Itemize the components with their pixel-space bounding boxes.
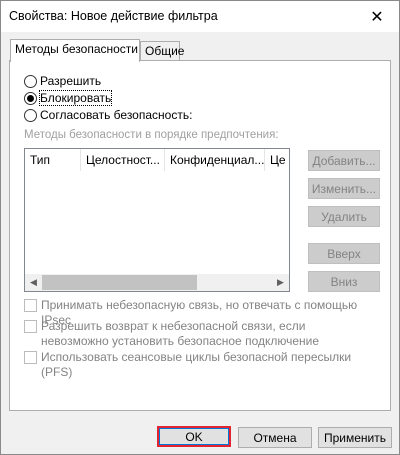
apply-button[interactable]: Применить [318, 427, 392, 448]
close-button[interactable]: ✕ [355, 1, 399, 32]
cancel-button[interactable]: Отмена [238, 427, 312, 448]
column-header-more[interactable]: Це [265, 149, 289, 171]
window-title: Свойства: Новое действие фильтра [9, 9, 218, 23]
checkbox-pfs[interactable]: Использовать сеансовые циклы безопасной … [24, 350, 380, 380]
column-header-type[interactable]: Тип [25, 149, 81, 171]
radio-block-label: Блокировать [38, 90, 113, 106]
tab-label: Методы безопасности [15, 42, 138, 56]
security-methods-panel: Разрешить Блокировать Согласовать безопа… [9, 60, 391, 411]
dialog-window: Свойства: Новое действие фильтра ✕ Метод… [0, 0, 400, 455]
radio-negotiate[interactable]: Согласовать безопасность: [24, 107, 192, 123]
edit-button[interactable]: Изменить... [308, 178, 380, 199]
radio-allow-circle[interactable] [24, 74, 37, 88]
radio-block[interactable]: Блокировать [24, 90, 113, 106]
radio-allow[interactable]: Разрешить [24, 73, 101, 89]
scroll-thumb[interactable] [42, 275, 197, 290]
checkbox-pfs-box[interactable] [24, 351, 37, 364]
list-header: Тип Целостност... Конфиденциал... Це [25, 149, 289, 171]
horizontal-scrollbar[interactable]: ◀ ▶ [25, 274, 289, 291]
scroll-right-icon[interactable]: ▶ [272, 274, 289, 291]
checkbox-pfs-label: Использовать сеансовые циклы безопасной … [41, 350, 352, 379]
security-methods-list[interactable]: Тип Целостност... Конфиденциал... Це ◀ ▶ [24, 148, 290, 292]
add-button[interactable]: Добавить... [308, 150, 380, 171]
radio-negotiate-circle[interactable] [24, 108, 37, 122]
radio-allow-label: Разрешить [40, 74, 102, 88]
scroll-left-icon[interactable]: ◀ [25, 274, 42, 291]
column-header-confidentiality[interactable]: Конфиденциал... [165, 149, 265, 171]
checkbox-accept-unsecured-box[interactable] [24, 299, 37, 312]
title-bar[interactable]: Свойства: Новое действие фильтра ✕ [1, 1, 399, 32]
tab-label: Общие [145, 44, 185, 58]
tab-security-methods[interactable]: Методы безопасности [10, 39, 140, 62]
tab-general[interactable]: Общие [140, 41, 184, 61]
methods-caption: Методы безопасности в порядке предпочтен… [24, 129, 279, 141]
radio-block-circle[interactable] [24, 91, 37, 105]
close-icon: ✕ [370, 8, 384, 26]
delete-button[interactable]: Удалить [308, 206, 380, 227]
checkbox-fallback-unsecured[interactable]: Разрешить возврат к небезопасной связи, … [24, 319, 364, 349]
move-down-button[interactable]: Вниз [308, 271, 380, 292]
radio-negotiate-label: Согласовать безопасность: [40, 108, 193, 122]
checkbox-fallback-unsecured-box[interactable] [24, 320, 37, 333]
column-header-integrity[interactable]: Целостност... [81, 149, 165, 171]
checkbox-fallback-unsecured-label: Разрешить возврат к небезопасной связи, … [41, 319, 320, 348]
ok-button-label: OK [159, 428, 229, 445]
ok-button[interactable]: OK [157, 426, 231, 447]
move-up-button[interactable]: Вверх [308, 243, 380, 264]
